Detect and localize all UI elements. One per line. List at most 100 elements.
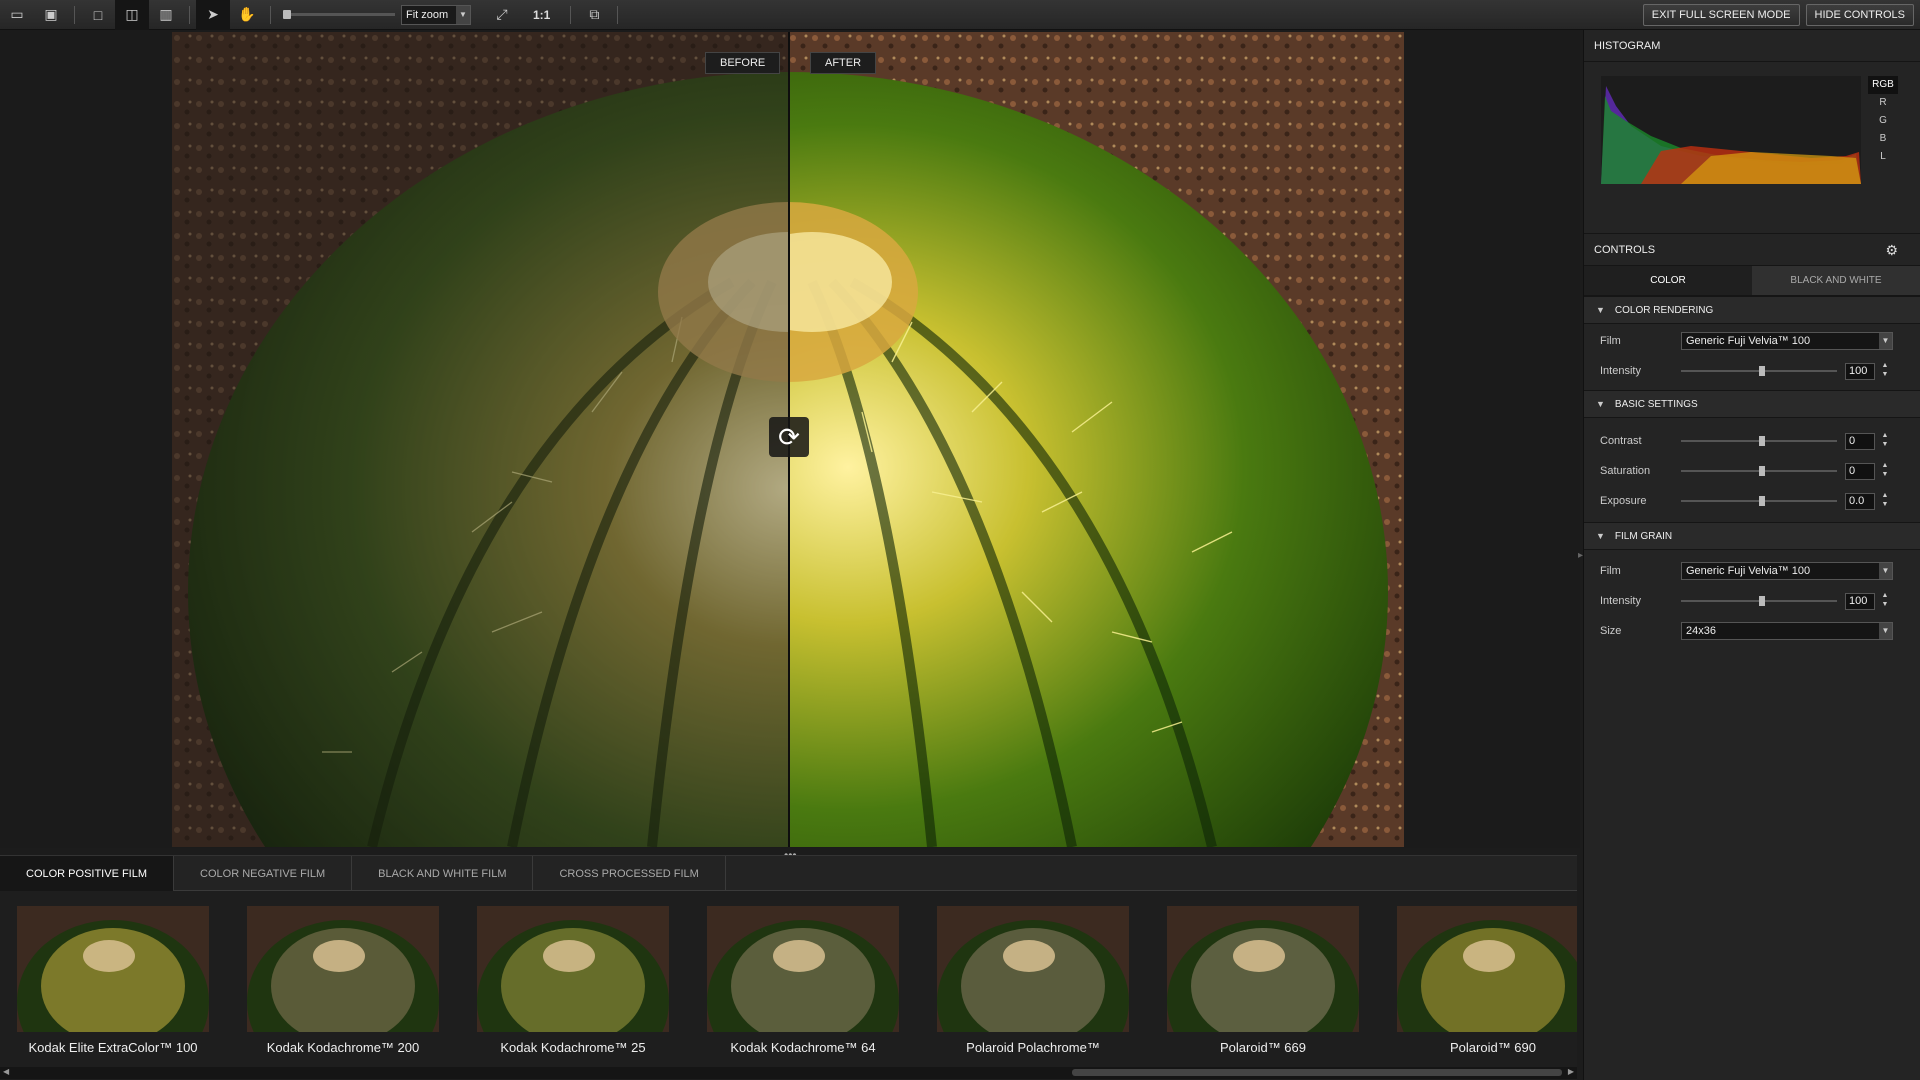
toolbar-divider [74, 5, 75, 24]
histogram-chart [1601, 76, 1861, 184]
saturation-input[interactable]: 0 [1845, 463, 1875, 480]
save-icon[interactable]: ▣ [34, 0, 68, 30]
preset-thumbnail-image [477, 906, 669, 1032]
section-film-grain[interactable]: ▼ FILM GRAIN [1584, 522, 1920, 550]
intensity-input[interactable]: 100 [1845, 363, 1875, 380]
zoom-select[interactable]: Fit zoom ▼ [401, 4, 471, 25]
channel-list: RGB R G B L [1868, 76, 1898, 166]
exposure-row: Exposure 0.0 ▲ ▼ [1584, 486, 1920, 516]
grain-intensity-row: Intensity 100 ▲ ▼ [1584, 586, 1920, 616]
pointer-icon[interactable]: ➤ [196, 0, 230, 30]
folder-icon[interactable]: ▭ [0, 0, 34, 30]
grain-intensity-slider[interactable] [1681, 596, 1837, 606]
controls-panel: HISTOGRAM RGB R G B L CONTROLS ⚙ COLOR B… [1583, 30, 1920, 1080]
grain-intensity-input[interactable]: 100 [1845, 593, 1875, 610]
tab-color[interactable]: COLOR [1584, 266, 1752, 295]
scrollbar-thumb[interactable] [1072, 1069, 1562, 1076]
one-to-one-button[interactable]: 1:1 [519, 8, 564, 22]
side-by-side-icon[interactable]: ▥ [149, 0, 183, 30]
slider-knob[interactable] [1759, 496, 1765, 506]
fit-screen-icon[interactable]: ⤢ [485, 0, 519, 30]
preset-thumbnail-image [1167, 906, 1359, 1032]
stepper-icon[interactable]: ▲ ▼ [1880, 491, 1890, 509]
image-viewer[interactable]: BEFORE AFTER ⟳ [0, 30, 1580, 848]
contrast-slider[interactable] [1681, 436, 1837, 446]
stepper-icon[interactable]: ▲ ▼ [1880, 431, 1890, 449]
preset-thumbnail[interactable]: Kodak Kodachrome™ 64 [707, 906, 899, 1055]
section-title: BASIC SETTINGS [1614, 398, 1698, 410]
preset-thumbnail[interactable]: Polaroid™ 669 [1167, 906, 1359, 1055]
app-window: ▭ ▣ □ ◫ ▥ ➤ ✋ Fit zoom ▼ ⤢ 1:1 ⧉ EXIT FU… [0, 0, 1920, 1080]
zoom-slider-knob[interactable] [283, 10, 291, 19]
exposure-label: Exposure [1600, 495, 1647, 507]
zoom-select-value: Fit zoom [406, 8, 449, 21]
single-view-icon[interactable]: □ [81, 0, 115, 30]
grain-film-select-value: Generic Fuji Velvia™ 100 [1686, 565, 1811, 577]
chevron-down-icon: ▼ [1879, 623, 1892, 639]
controls-tabs: COLOR BLACK AND WHITE [1584, 266, 1920, 296]
exposure-slider[interactable] [1681, 496, 1837, 506]
tab-color-negative-film[interactable]: COLOR NEGATIVE FILM [174, 856, 353, 891]
channel-l[interactable]: L [1868, 148, 1898, 166]
exit-full-screen-button[interactable]: EXIT FULL SCREEN MODE [1642, 4, 1800, 26]
intensity-label: Intensity [1600, 365, 1641, 377]
scroll-right-icon[interactable]: ▶ [1568, 1067, 1574, 1076]
chevron-down-icon: ▼ [1879, 333, 1892, 349]
preset-thumbnail-image [247, 906, 439, 1032]
slider-knob[interactable] [1759, 436, 1765, 446]
preset-thumbnail-image [937, 906, 1129, 1032]
tab-cross-processed-film[interactable]: CROSS PROCESSED FILM [533, 856, 726, 891]
channel-g[interactable]: G [1868, 112, 1898, 130]
slider-knob[interactable] [1759, 596, 1765, 606]
grain-film-select[interactable]: Generic Fuji Velvia™ 100 ▼ [1681, 562, 1893, 580]
hide-controls-button[interactable]: HIDE CONTROLS [1805, 4, 1914, 26]
section-basic-settings[interactable]: ▼ BASIC SETTINGS [1584, 390, 1920, 418]
horizontal-scrollbar[interactable]: ◀ ▶ [0, 1067, 1577, 1079]
tab-color-positive-film[interactable]: COLOR POSITIVE FILM [0, 856, 175, 891]
grain-size-select-value: 24x36 [1686, 625, 1716, 637]
preset-label: Polaroid™ 669 [1220, 1040, 1306, 1055]
toolbar: ▭ ▣ □ ◫ ▥ ➤ ✋ Fit zoom ▼ ⤢ 1:1 ⧉ EXIT FU… [0, 0, 1920, 30]
film-type-tabs: COLOR POSITIVE FILM COLOR NEGATIVE FILM … [0, 856, 1577, 891]
intensity-slider[interactable] [1681, 366, 1837, 376]
preview-photo[interactable]: BEFORE AFTER ⟳ [172, 32, 1404, 847]
contrast-input[interactable]: 0 [1845, 433, 1875, 450]
swap-icon[interactable]: ⟳ [769, 417, 809, 457]
preset-thumbnail[interactable]: Kodak Elite ExtraColor™ 100 [17, 906, 209, 1055]
slider-knob[interactable] [1759, 466, 1765, 476]
tab-black-and-white[interactable]: BLACK AND WHITE [1752, 266, 1920, 295]
compare-window-icon[interactable]: ⧉ [577, 0, 611, 30]
split-view-icon[interactable]: ◫ [115, 0, 149, 30]
exposure-input[interactable]: 0.0 [1845, 493, 1875, 510]
grain-film-label: Film [1600, 565, 1621, 577]
preset-thumbnail[interactable]: Polaroid Polachrome™ [937, 906, 1129, 1055]
slider-knob[interactable] [1759, 366, 1765, 376]
histogram-header: HISTOGRAM [1584, 30, 1920, 62]
preset-label: Polaroid Polachrome™ [966, 1040, 1100, 1055]
section-title: COLOR RENDERING [1614, 304, 1714, 316]
tab-black-and-white-film[interactable]: BLACK AND WHITE FILM [352, 856, 534, 891]
hand-icon[interactable]: ✋ [230, 0, 264, 30]
stepper-icon[interactable]: ▲ ▼ [1880, 361, 1890, 379]
section-color-rendering[interactable]: ▼ COLOR RENDERING [1584, 296, 1920, 324]
preset-thumbnail[interactable]: Kodak Kodachrome™ 200 [247, 906, 439, 1055]
saturation-slider[interactable] [1681, 466, 1837, 476]
preset-thumbnail[interactable]: Polaroid™ 690 [1397, 906, 1577, 1055]
preset-thumbnail[interactable]: Kodak Kodachrome™ 25 [477, 906, 669, 1055]
scroll-left-icon[interactable]: ◀ [3, 1067, 9, 1076]
contrast-label: Contrast [1600, 435, 1642, 447]
preset-thumbnail-image [707, 906, 899, 1032]
preset-label: Kodak Elite ExtraColor™ 100 [28, 1040, 198, 1055]
channel-rgb[interactable]: RGB [1868, 76, 1898, 94]
stepper-icon[interactable]: ▲ ▼ [1880, 591, 1890, 609]
before-label: BEFORE [705, 52, 781, 74]
grain-size-label: Size [1600, 625, 1622, 637]
grain-size-select[interactable]: 24x36 ▼ [1681, 622, 1893, 640]
channel-b[interactable]: B [1868, 130, 1898, 148]
grain-intensity-label: Intensity [1600, 595, 1641, 607]
zoom-slider[interactable] [283, 10, 395, 19]
film-select[interactable]: Generic Fuji Velvia™ 100 ▼ [1681, 332, 1893, 350]
stepper-icon[interactable]: ▲ ▼ [1880, 461, 1890, 479]
channel-r[interactable]: R [1868, 94, 1898, 112]
gear-icon[interactable]: ⚙ [1885, 242, 1898, 259]
